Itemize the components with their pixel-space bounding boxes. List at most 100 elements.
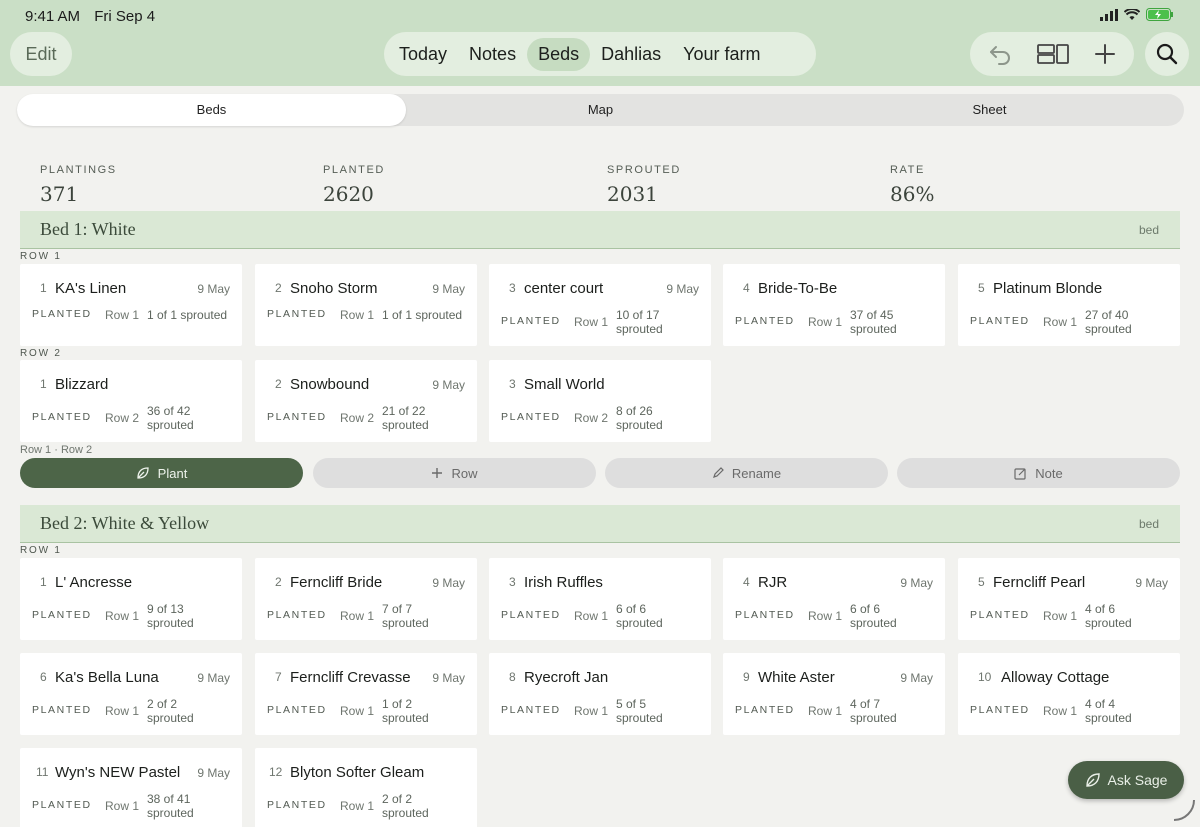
segment-map[interactable]: Map [406,94,795,126]
nav-beds[interactable]: Beds [527,37,591,71]
planting-card[interactable]: 12 Blyton Softer Gleam PLANTED Row 1 2 o… [255,748,477,827]
card-row: Row 1 [808,315,843,329]
ask-sage-label: Ask Sage [1107,772,1168,788]
planting-card[interactable]: 10 Alloway Cottage PLANTED Row 1 4 of 4 … [958,653,1180,735]
planting-card[interactable]: 1 KA's Linen 9 May PLANTED Row 1 1 of 1 … [20,264,242,346]
card-status: PLANTED [32,799,92,811]
card-sprouted: 1 of 1 sprouted [147,308,228,322]
card-sprouted: 4 of 4 sprouted [1085,697,1132,725]
edit-button[interactable]: Edit [10,32,72,76]
bed-tag: bed [1138,517,1159,531]
card-sprouted: 2 of 2 sprouted [147,697,194,725]
planting-card[interactable]: 9 White Aster 9 May PLANTED Row 1 4 of 7… [723,653,945,735]
leaf-icon [137,467,149,479]
planting-card[interactable]: 2 Snoho Storm 9 May PLANTED Row 1 1 of 1… [255,264,477,346]
leaf-icon [1085,773,1100,787]
note-button[interactable]: Note [897,458,1180,488]
card-date: 9 May [432,378,465,392]
card-sprouted: 21 of 22 sprouted [382,404,429,432]
card-sprouted: 9 of 13 sprouted [147,602,194,630]
rename-button[interactable]: Rename [605,458,888,488]
planting-card[interactable]: 3 Irish Ruffles PLANTED Row 1 6 of 6 spr… [489,558,711,640]
planting-card[interactable]: 3 Small World PLANTED Row 2 8 of 26 spro… [489,360,711,442]
row-label: ROW 2 [20,348,62,359]
card-number: 9 [743,670,750,684]
nav-your-farm[interactable]: Your farm [672,38,771,71]
card-row: Row 1 [1043,315,1078,329]
card-sprouted: 5 of 5 sprouted [616,697,663,725]
card-row: Row 1 [340,609,375,623]
card-sprouted: 2 of 2 sprouted [382,792,429,820]
planting-card[interactable]: 2 Snowbound 9 May PLANTED Row 2 21 of 22… [255,360,477,442]
card-number: 7 [275,670,282,684]
segment-sheet[interactable]: Sheet [795,94,1184,126]
planting-card[interactable]: 3 center court 9 May PLANTED Row 1 10 of… [489,264,711,346]
signal-icon [1100,8,1118,21]
planting-card[interactable]: 1 L' Ancresse PLANTED Row 1 9 of 13 spro… [20,558,242,640]
planting-card[interactable]: 5 Ferncliff Pearl 9 May PLANTED Row 1 4 … [958,558,1180,640]
note-button-label: Note [1035,465,1063,481]
card-status: PLANTED [32,411,92,423]
nav-notes[interactable]: Notes [458,38,527,71]
card-number: 10 [978,670,992,684]
card-sprouted: 37 of 45 sprouted [850,308,897,336]
resize-handle-icon [1173,799,1195,821]
add-row-button[interactable]: Row [313,458,596,488]
row-label: ROW 1 [20,251,62,262]
nav-dahlias[interactable]: Dahlias [590,38,672,71]
card-number: 12 [269,765,283,779]
bed-header[interactable]: Bed 1: White bed [20,211,1180,249]
rows-summary: Row 1 · Row 2 [20,444,93,456]
planting-card[interactable]: 5 Platinum Blonde PLANTED Row 1 27 of 40… [958,264,1180,346]
planting-card[interactable]: 11 Wyn's NEW Pastel 9 May PLANTED Row 1 … [20,748,242,827]
planting-card[interactable]: 2 Ferncliff Bride 9 May PLANTED Row 1 7 … [255,558,477,640]
card-number: 4 [743,575,750,589]
stat-label: RATE [890,164,925,176]
stat-rate: RATE 86% [890,164,934,206]
card-date: 9 May [432,576,465,590]
stat-value: 371 [40,182,79,206]
add-icon[interactable] [1094,43,1116,65]
bed-header[interactable]: Bed 2: White & Yellow bed [20,505,1180,543]
card-name: Bride-To-Be [758,280,838,297]
planting-card[interactable]: 1 Blizzard PLANTED Row 2 36 of 42 sprout… [20,360,242,442]
card-number: 6 [40,670,47,684]
undo-icon[interactable] [988,43,1012,65]
plant-button-label: Plant [157,465,188,481]
card-number: 3 [509,281,516,295]
planting-card[interactable]: 4 RJR 9 May PLANTED Row 1 6 of 6 sproute… [723,558,945,640]
card-status: PLANTED [267,799,327,811]
note-icon [1014,467,1026,480]
card-name: Ka's Bella Luna [55,669,159,686]
stat-label: SPROUTED [607,164,681,176]
planting-card[interactable]: 6 Ka's Bella Luna 9 May PLANTED Row 1 2 … [20,653,242,735]
card-status: PLANTED [501,315,561,327]
card-name: Snowbound [290,376,370,393]
plant-button[interactable]: Plant [20,458,303,488]
planting-card[interactable]: 8 Ryecroft Jan PLANTED Row 1 5 of 5 spro… [489,653,711,735]
card-sprouted: 38 of 41 sprouted [147,792,194,820]
segment-beds[interactable]: Beds [17,94,406,126]
search-icon [1156,43,1178,65]
nav-today[interactable]: Today [388,38,458,71]
planting-card[interactable]: 4 Bride-To-Be PLANTED Row 1 37 of 45 spr… [723,264,945,346]
stat-value: 2620 [323,182,374,206]
status-date: Fri Sep 4 [94,8,156,25]
card-sprouted: 27 of 40 sprouted [1085,308,1132,336]
card-date: 9 May [666,282,699,296]
card-row: Row 1 [574,704,609,718]
card-date: 9 May [197,766,230,780]
wifi-icon [1124,8,1140,20]
ask-sage-button[interactable]: Ask Sage [1068,761,1184,799]
card-date: 9 May [900,671,933,685]
rename-button-label: Rename [731,465,782,481]
card-name: center court [524,280,604,297]
layout-toggle-icon[interactable] [1037,43,1069,65]
status-time: 9:41 AM [25,8,81,25]
card-row: Row 1 [1043,609,1078,623]
stat-plantings: PLANTINGS 371 [40,164,117,206]
search-button[interactable] [1145,32,1189,76]
planting-card[interactable]: 7 Ferncliff Crevasse 9 May PLANTED Row 1… [255,653,477,735]
bed-title: Bed 1: White [40,219,136,239]
card-number: 1 [40,575,47,589]
